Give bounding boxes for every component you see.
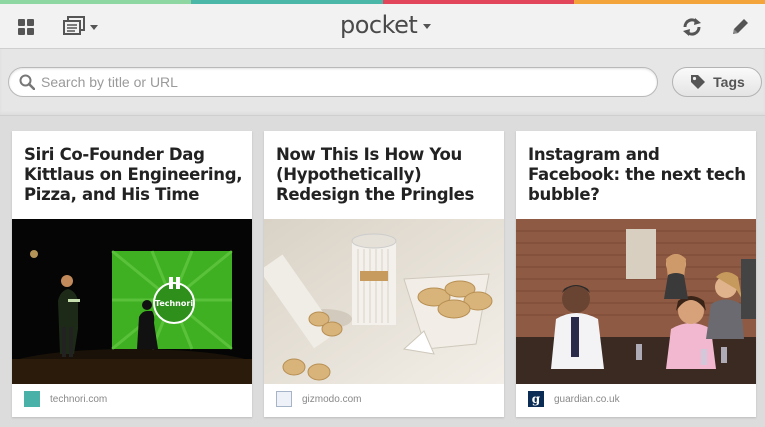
- slide-logo-text: Technori: [155, 299, 193, 308]
- article-thumbnail: Technori: [12, 219, 252, 384]
- article-thumbnail: [264, 219, 504, 384]
- favicon-guardian-icon: g: [528, 391, 544, 407]
- search-input[interactable]: [41, 74, 641, 90]
- source-domain: guardian.co.uk: [554, 393, 620, 405]
- tags-button[interactable]: Tags: [672, 67, 762, 97]
- list-view-icon: [63, 16, 85, 35]
- article-source: g guardian.co.uk: [528, 391, 620, 407]
- edit-button[interactable]: [726, 14, 754, 40]
- source-domain: technori.com: [50, 393, 108, 405]
- article-title[interactable]: Siri Co-Founder Dag Kittlaus on Engineer…: [24, 145, 246, 205]
- article-source: gizmodo.com: [276, 391, 361, 407]
- search-box: [8, 67, 658, 97]
- chevron-down-icon: [423, 24, 432, 29]
- chevron-down-icon: [90, 25, 98, 30]
- article-title[interactable]: Now This Is How You (Hypothetically) Red…: [276, 145, 498, 205]
- top-toolbar: pocket: [0, 4, 765, 49]
- favicon-gizmodo-icon: [276, 391, 292, 407]
- source-domain: gizmodo.com: [302, 393, 362, 405]
- article-card[interactable]: Siri Co-Founder Dag Kittlaus on Engineer…: [12, 131, 252, 417]
- article-source: technori.com: [24, 391, 107, 407]
- list-view-menu-button[interactable]: [58, 14, 102, 38]
- grid-view-button[interactable]: [14, 16, 38, 38]
- pencil-icon: [733, 19, 748, 34]
- sync-icon: [683, 18, 701, 36]
- tag-icon: [691, 75, 706, 89]
- favicon-technori-icon: [24, 391, 40, 407]
- search-bar-area: Tags: [0, 49, 765, 116]
- article-card[interactable]: Now This Is How You (Hypothetically) Red…: [264, 131, 504, 417]
- app-logo: pocket: [340, 11, 418, 39]
- grid-icon: [18, 19, 34, 35]
- app-logo-menu[interactable]: pocket: [340, 10, 432, 40]
- article-card[interactable]: Instagram and Facebook: the next tech bu…: [516, 131, 756, 417]
- sync-button[interactable]: [678, 14, 706, 40]
- article-thumbnail: [516, 219, 756, 384]
- article-title[interactable]: Instagram and Facebook: the next tech bu…: [528, 145, 750, 205]
- tags-label: Tags: [713, 74, 745, 90]
- search-icon: [19, 74, 35, 90]
